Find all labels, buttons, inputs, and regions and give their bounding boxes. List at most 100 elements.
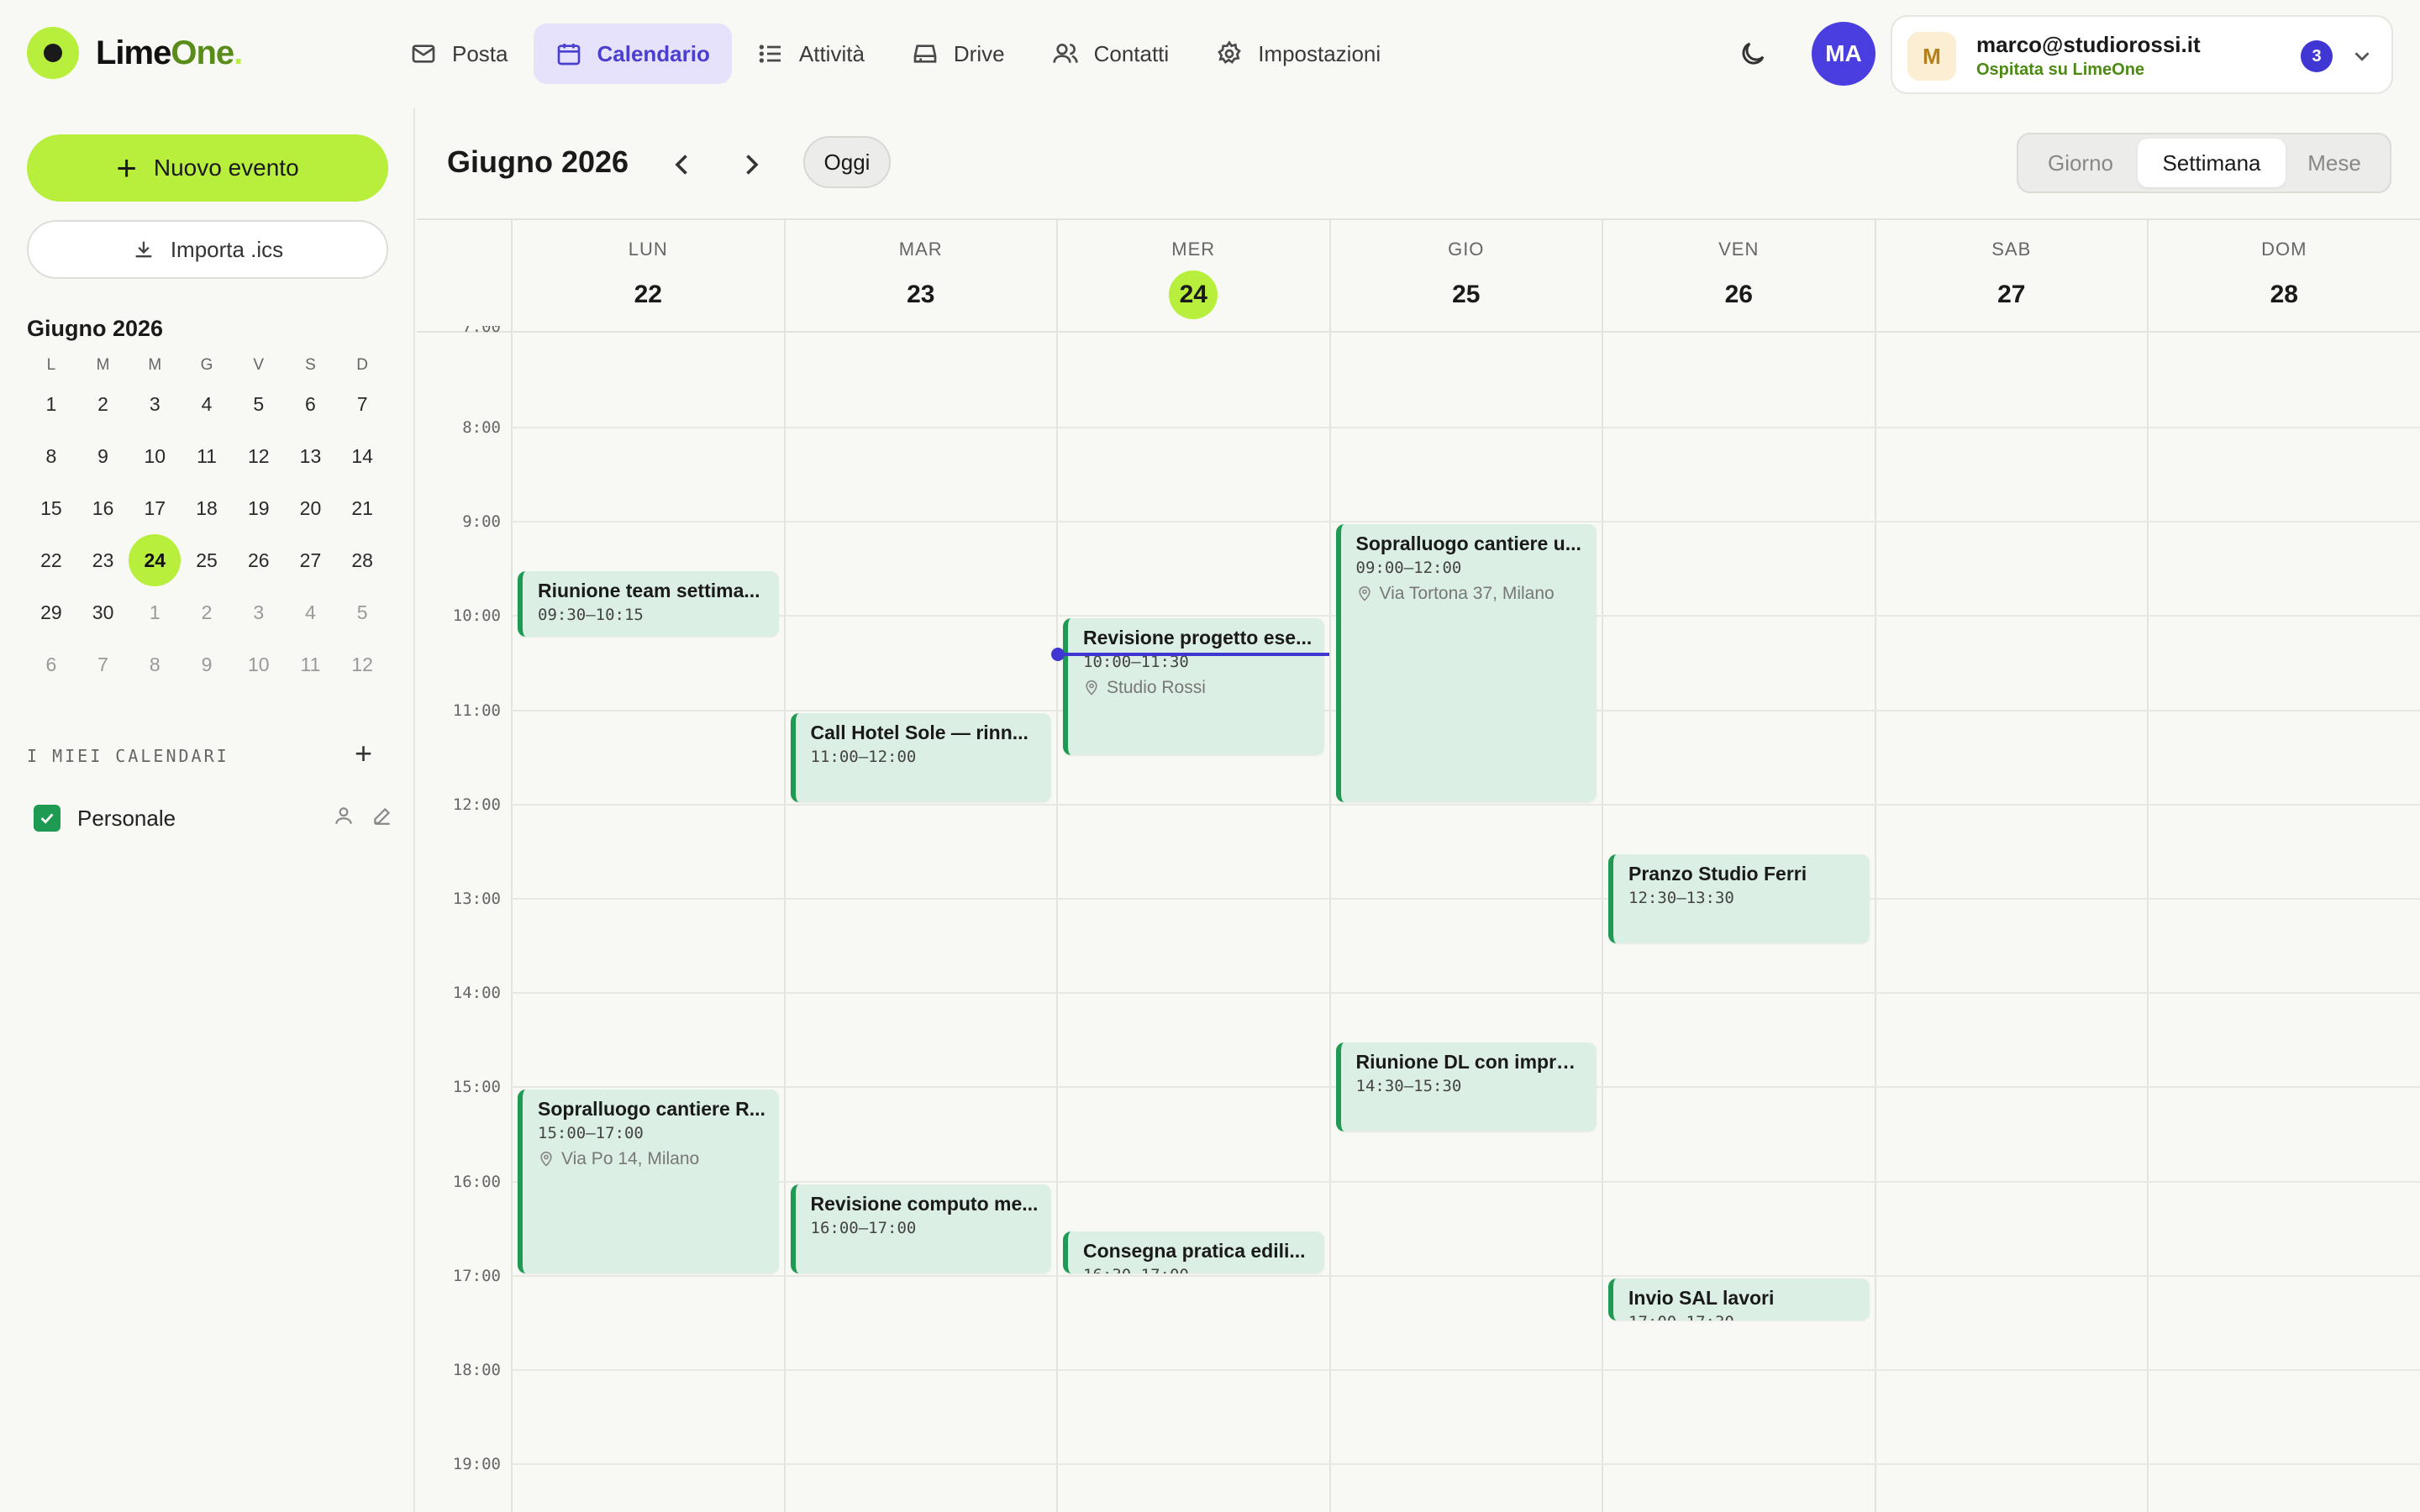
avatar[interactable]: MA [1812, 22, 1876, 86]
account-switcher[interactable]: M marco@studiorossi.it Ospitata su LimeO… [1891, 15, 2393, 94]
mini-calendar-day[interactable]: 28 [336, 534, 388, 586]
mini-calendar-day[interactable]: 19 [233, 482, 285, 534]
mini-calendar-day[interactable]: 13 [285, 430, 337, 482]
day-number: 24 [1169, 270, 1218, 319]
dark-mode-toggle[interactable] [1738, 39, 1768, 69]
share-user-icon[interactable] [333, 805, 355, 827]
mail-icon [412, 45, 435, 63]
day-header[interactable]: MER 24 [1056, 220, 1329, 331]
day-header[interactable]: MAR 23 [783, 220, 1057, 331]
mini-calendar-day[interactable]: 14 [336, 430, 388, 482]
mini-calendar-day[interactable]: 7 [77, 638, 129, 690]
day-header[interactable]: SAB 27 [1874, 220, 2148, 331]
view-month-button[interactable]: Mese [2286, 139, 2383, 187]
mini-calendar-day[interactable]: 3 [233, 586, 285, 638]
app-logo[interactable]: LimeOne. [27, 27, 243, 79]
event-title: Pranzo Studio Ferri [1628, 862, 1807, 885]
day-header[interactable]: DOM 28 [2147, 220, 2420, 331]
mini-calendar-week: 1234567 [25, 378, 388, 430]
mini-calendar-day[interactable]: 4 [181, 378, 233, 430]
mini-calendar-day[interactable]: 12 [336, 638, 388, 690]
import-ics-button[interactable]: Importa .ics [27, 220, 388, 279]
calendar-checkbox[interactable] [34, 805, 60, 832]
calendar-event[interactable]: Pranzo Studio Ferri 12:30–13:30 [1608, 853, 1870, 944]
mini-calendar-day[interactable]: 5 [233, 378, 285, 430]
calendar-event[interactable]: Consegna pratica edili... 16:30–17:00 [1063, 1231, 1324, 1273]
mini-calendar-day[interactable]: 16 [77, 482, 129, 534]
edit-icon[interactable] [371, 805, 393, 827]
mini-calendar-day[interactable]: 21 [336, 482, 388, 534]
mini-weekday-label: L [46, 356, 56, 374]
location-pin-icon [540, 1152, 552, 1168]
view-week-button[interactable]: Settimana [2138, 139, 2286, 187]
mini-calendar-day[interactable]: 1 [25, 378, 77, 430]
mini-calendar-day[interactable]: 7 [336, 378, 388, 430]
mini-calendar-day[interactable]: 4 [285, 586, 337, 638]
mini-calendar-day[interactable]: 2 [181, 586, 233, 638]
nav-item-attivita[interactable]: Attività [735, 24, 886, 84]
mini-calendar-day[interactable]: 17 [129, 482, 181, 534]
next-week-button[interactable] [736, 150, 766, 180]
download-icon [135, 241, 152, 258]
nav-item-posta[interactable]: Posta [388, 24, 530, 84]
calendar-event[interactable]: Call Hotel Sole — rinn... 11:00–12:00 [790, 712, 1051, 802]
calendar-event[interactable]: Revisione progetto ese... 10:00–11:30 Stud… [1063, 618, 1324, 755]
mini-calendar-day[interactable]: 6 [285, 378, 337, 430]
calendar-event[interactable]: Sopralluogo cantiere u... 09:00–12:00 Via … [1335, 524, 1597, 802]
day-column-divider [511, 333, 513, 1512]
event-location-text: Via Tortona 37, Milano [1379, 584, 1555, 604]
calendar-event[interactable]: Sopralluogo cantiere R... 15:00–17:00 Via … [518, 1089, 779, 1273]
mini-calendar-day[interactable]: 25 [181, 534, 233, 586]
nav-item-contatti[interactable]: Contatti [1030, 24, 1192, 84]
mini-calendar-day[interactable]: 6 [25, 638, 77, 690]
mini-calendar-day[interactable]: 5 [336, 586, 388, 638]
day-header[interactable]: GIO 25 [1328, 220, 1602, 331]
day-header[interactable]: VEN 26 [1602, 220, 1875, 331]
calendar-event[interactable]: Riunione DL con impresa 14:30–15:30 [1335, 1042, 1597, 1132]
previous-week-button[interactable] [667, 150, 697, 180]
calendar-event[interactable]: Revisione computo me... 16:00–17:00 [790, 1184, 1051, 1273]
mini-calendar-day[interactable]: 30 [77, 586, 129, 638]
calendar-event[interactable]: Invio SAL lavori 17:00–17:30 [1608, 1278, 1870, 1320]
hour-label: 10:00 [452, 606, 501, 626]
mini-calendar-day[interactable]: 11 [285, 638, 337, 690]
mini-calendar-day[interactable]: 3 [129, 378, 181, 430]
mini-calendar-day[interactable]: 9 [181, 638, 233, 690]
mini-calendar-day[interactable]: 26 [233, 534, 285, 586]
mini-calendar-day[interactable]: 12 [233, 430, 285, 482]
add-calendar-button[interactable]: + [355, 736, 372, 771]
calendar-event[interactable]: Riunione team settima... 09:30–10:15 [518, 571, 779, 638]
view-day-button[interactable]: Giorno [2023, 139, 2138, 187]
mini-calendar-day[interactable]: 10 [129, 430, 181, 482]
day-name: MER [1171, 239, 1216, 260]
mini-calendar-day[interactable]: 23 [77, 534, 129, 586]
mini-calendar-day[interactable]: 24 [129, 534, 182, 586]
event-title: Revisione computo me... [810, 1192, 1039, 1215]
mini-calendar-day[interactable]: 10 [233, 638, 285, 690]
mini-calendar-day[interactable]: 8 [25, 430, 77, 482]
new-event-button[interactable]: + Nuovo evento [27, 134, 388, 202]
nav-item-impostazioni[interactable]: Impostazioni [1194, 24, 1402, 84]
mini-calendar-day[interactable]: 18 [181, 482, 233, 534]
mini-calendar-day[interactable]: 29 [25, 586, 77, 638]
mini-calendar-day[interactable]: 11 [181, 430, 233, 482]
calendar-item-personale[interactable]: Personale [34, 805, 391, 832]
mini-calendar-day[interactable]: 20 [285, 482, 337, 534]
mini-calendar-day[interactable]: 15 [25, 482, 77, 534]
list-icon [759, 45, 781, 63]
mini-calendar-day[interactable]: 1 [129, 586, 181, 638]
event-time: 09:30–10:15 [538, 606, 644, 625]
nav-item-calendario[interactable]: Calendario [533, 24, 732, 84]
mini-calendar-day[interactable]: 22 [25, 534, 77, 586]
event-title: Sopralluogo cantiere R... [538, 1098, 765, 1121]
day-header[interactable]: LUN 22 [511, 220, 784, 331]
mini-weekday-label: M [96, 356, 110, 374]
mini-calendar-day[interactable]: 9 [77, 430, 129, 482]
mini-calendar-day[interactable]: 8 [129, 638, 181, 690]
mini-calendar-day[interactable]: 27 [285, 534, 337, 586]
calendar-main: Giugno 2026 Oggi Giorno Settimana Mese L… [417, 108, 2420, 1512]
event-title: Sopralluogo cantiere u... [1355, 533, 1581, 555]
today-button[interactable]: Oggi [803, 136, 891, 188]
nav-item-drive[interactable]: Drive [890, 24, 1027, 84]
mini-calendar-day[interactable]: 2 [77, 378, 129, 430]
